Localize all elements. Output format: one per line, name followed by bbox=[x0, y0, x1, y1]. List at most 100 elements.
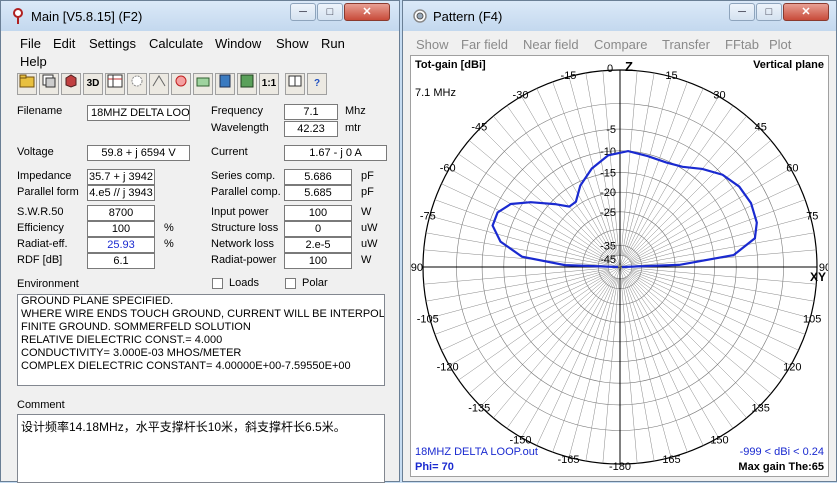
grid-spoke bbox=[631, 270, 806, 335]
loads-checkbox[interactable] bbox=[212, 278, 223, 289]
main-window-title: Main [V5.8.15] (F2) bbox=[31, 9, 143, 24]
cube-icon[interactable] bbox=[61, 73, 81, 95]
voltage-label: Voltage bbox=[17, 146, 54, 158]
efficiency-field: 100 bbox=[87, 221, 155, 237]
maximize-button[interactable]: □ bbox=[756, 3, 782, 21]
maximize-button[interactable]: □ bbox=[317, 3, 343, 21]
grid-spoke bbox=[468, 140, 612, 260]
grid-spoke bbox=[552, 278, 617, 453]
pattern-menu-compare[interactable]: Compare bbox=[594, 37, 647, 52]
grid-spoke bbox=[468, 274, 612, 394]
close-button[interactable]: ✕ bbox=[344, 3, 390, 21]
menu-calculate[interactable]: Calculate bbox=[149, 36, 203, 51]
input-power-field[interactable]: 100 bbox=[284, 205, 352, 221]
polar-label: Polar bbox=[302, 277, 328, 289]
pattern-window-title: Pattern (F4) bbox=[433, 9, 503, 24]
pattern-menu-fftab[interactable]: FFtab bbox=[725, 37, 759, 52]
db-label: -5 bbox=[606, 124, 616, 136]
wavelength-label: Wavelength bbox=[211, 122, 269, 134]
grid-spoke bbox=[620, 70, 638, 256]
pattern-menu-transfer[interactable]: Transfer bbox=[662, 37, 710, 52]
wavelength-unit: mtr bbox=[345, 122, 361, 134]
angle-label: -75 bbox=[420, 210, 436, 222]
angle-label: -90 bbox=[411, 262, 423, 274]
color-icon[interactable] bbox=[127, 73, 147, 95]
grid-spoke bbox=[434, 199, 609, 264]
output-file-label: 18MHZ DELTA LOOP.out bbox=[415, 446, 538, 458]
close-button[interactable]: ✕ bbox=[783, 3, 829, 21]
gain-type-label: Tot-gain [dBi] bbox=[415, 59, 486, 71]
table-icon[interactable] bbox=[105, 73, 125, 95]
parallel-form-field: 4.e5 // j 3943 bbox=[87, 185, 155, 201]
calc-icon[interactable] bbox=[215, 73, 235, 95]
structure-loss-label: Structure loss bbox=[211, 222, 279, 234]
environment-line: GROUND PLANE SPECIFIED. bbox=[21, 295, 174, 307]
angle-label: -165 bbox=[557, 454, 579, 466]
polar-plot: 0153045607590105120135150165-180-15-30-4… bbox=[411, 63, 828, 473]
environment-text-box[interactable]: GROUND PLANE SPECIFIED. WHERE WIRE ENDS … bbox=[17, 294, 385, 386]
z-axis-label: Z bbox=[625, 59, 633, 74]
angle-label: -120 bbox=[437, 362, 459, 374]
menu-window[interactable]: Window bbox=[215, 36, 261, 51]
pattern-menu-far-field[interactable]: Far field bbox=[461, 37, 508, 52]
pattern-menu-near-field[interactable]: Near field bbox=[523, 37, 579, 52]
db-label: -25 bbox=[600, 207, 616, 219]
input-power-unit: W bbox=[361, 206, 372, 218]
pattern-menu-show[interactable]: Show bbox=[416, 37, 449, 52]
menu-show[interactable]: Show bbox=[276, 36, 309, 51]
grid-spoke bbox=[619, 168, 791, 268]
angle-label: 15 bbox=[665, 70, 677, 82]
pattern-icon[interactable] bbox=[171, 73, 191, 95]
filename-field[interactable]: 18MHZ DELTA LOOP bbox=[87, 105, 190, 121]
menu-run[interactable]: Run bbox=[321, 36, 345, 51]
radiat-eff-unit: % bbox=[164, 238, 174, 250]
optimize-icon[interactable] bbox=[193, 73, 213, 95]
radiat-power-unit: W bbox=[361, 254, 372, 266]
wire-icon[interactable] bbox=[149, 73, 169, 95]
structure-loss-unit: uW bbox=[361, 222, 378, 234]
menu-help[interactable]: Help bbox=[20, 54, 47, 69]
angle-label: 30 bbox=[713, 90, 725, 102]
frequency-field[interactable]: 7.1 bbox=[284, 104, 338, 120]
menu-edit[interactable]: Edit bbox=[53, 36, 75, 51]
grid-spoke bbox=[434, 270, 609, 335]
db-label: -35 bbox=[600, 240, 616, 252]
plane-label: Vertical plane bbox=[753, 59, 824, 71]
radiat-power-field: 100 bbox=[284, 253, 352, 269]
sweep-icon[interactable] bbox=[237, 73, 257, 95]
pattern-titlebar[interactable]: Pattern (F4) ─ □ ✕ bbox=[403, 1, 836, 31]
grid-spoke bbox=[449, 168, 621, 268]
efficiency-label: Efficiency bbox=[17, 222, 64, 234]
comment-text-box[interactable]: 设计频率14.18MHz，水平支撑杆长10米，斜支撑杆长6.5米。 bbox=[17, 414, 385, 483]
minimize-button[interactable]: ─ bbox=[290, 3, 316, 21]
open-icon[interactable] bbox=[17, 73, 37, 95]
3d-icon[interactable]: 3D bbox=[83, 73, 103, 95]
minimize-button[interactable]: ─ bbox=[729, 3, 755, 21]
loads-label: Loads bbox=[229, 277, 259, 289]
series-comp-field: 5.686 bbox=[284, 169, 352, 185]
menu-settings[interactable]: Settings bbox=[89, 36, 136, 51]
parallel-comp-unit: pF bbox=[361, 186, 374, 198]
pattern-plot-area[interactable]: 0153045607590105120135150165-180-15-30-4… bbox=[410, 55, 829, 477]
current-field: 1.67 - j 0 A bbox=[284, 145, 387, 161]
current-label: Current bbox=[211, 146, 248, 158]
main-toolbar: 3D 1:1 ? bbox=[17, 73, 385, 99]
polar-checkbox[interactable] bbox=[285, 278, 296, 289]
scale-icon[interactable]: 1:1 bbox=[259, 73, 279, 95]
input-power-label: Input power bbox=[211, 206, 269, 218]
environment-line: CONDUCTIVITY= 3.000E-03 MHOS/METER bbox=[21, 347, 242, 359]
book-icon[interactable] bbox=[285, 73, 305, 95]
environment-line: WHERE WIRE ENDS TOUCH GROUND, CURRENT WI… bbox=[21, 308, 385, 320]
angle-label: 120 bbox=[783, 362, 801, 374]
menu-file[interactable]: File bbox=[20, 36, 41, 51]
angle-label: -45 bbox=[471, 121, 487, 133]
main-titlebar[interactable]: Main [V5.8.15] (F2) ─ □ ✕ bbox=[1, 1, 399, 31]
copy-icon[interactable] bbox=[39, 73, 59, 95]
parallel-form-label: Parallel form bbox=[17, 186, 79, 198]
help-icon[interactable]: ? bbox=[307, 73, 327, 95]
pattern-menu-plot[interactable]: Plot bbox=[769, 37, 791, 52]
phi-label: Phi= 70 bbox=[415, 461, 454, 473]
radiat-power-label: Radiat-power bbox=[211, 254, 277, 266]
series-comp-unit: pF bbox=[361, 170, 374, 182]
swr-label: S.W.R.50 bbox=[17, 206, 64, 218]
